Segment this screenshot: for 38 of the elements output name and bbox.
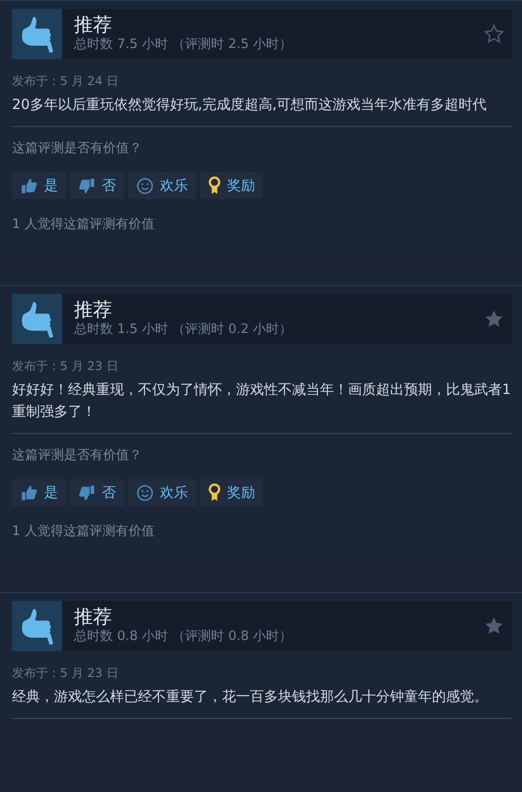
smiley-icon	[136, 484, 154, 502]
thumbs-up-icon	[19, 14, 55, 54]
thumb-up-icon	[20, 484, 38, 502]
helpful-count: 1 人觉得这篇评测有价值	[12, 216, 156, 234]
yes-button[interactable]: 是	[12, 479, 66, 506]
ribbon-icon	[208, 176, 221, 195]
thumbs-up-icon	[19, 606, 55, 646]
ribbon-icon	[208, 483, 221, 502]
thumbs-up-icon	[19, 299, 55, 339]
posted-date: 发布于：5 月 23 日	[12, 358, 120, 375]
playtime-text: 总时数 1.5 小时 （评测时 0.2 小时）	[74, 321, 294, 339]
review-text: 好好好！经典重现，不仅为了情怀，游戏性不减当年！画质超出预期，比鬼武者1重制强多了！	[12, 379, 512, 434]
no-button[interactable]: 否	[70, 172, 124, 199]
helpful-prompt: 这篇评测是否有价值？	[12, 140, 143, 157]
no-button[interactable]: 否	[70, 479, 124, 506]
star-icon[interactable]	[484, 309, 504, 329]
review-verdict: 推荐	[74, 14, 113, 36]
playtime-text: 总时数 7.5 小时 （评测时 2.5 小时）	[74, 36, 294, 54]
smiley-icon	[136, 176, 154, 194]
posted-date: 发布于：5 月 23 日	[12, 665, 120, 682]
helpful-count: 1 人觉得这篇评测有价值	[12, 523, 156, 541]
review-verdict: 推荐	[74, 606, 113, 628]
helpful-prompt: 这篇评测是否有价值？	[12, 447, 143, 464]
star-icon[interactable]	[484, 24, 504, 44]
posted-date: 发布于：5 月 24 日	[12, 73, 120, 90]
award-button[interactable]: 奖励	[200, 172, 263, 199]
funny-button[interactable]: 欢乐	[128, 479, 196, 506]
thumb-down-icon	[78, 484, 96, 502]
yes-button[interactable]: 是	[12, 172, 66, 199]
thumb-up-icon	[20, 176, 38, 194]
review-text: 20多年以后重玩依然觉得好玩,完成度超高,可想而这游戏当年水准有多超时代	[12, 94, 512, 127]
thumb-down-icon	[78, 176, 96, 194]
funny-button[interactable]: 欢乐	[128, 172, 196, 199]
review-text: 经典，游戏怎么样已经不重要了，花一百多块钱找那么几十分钟童年的感觉。	[12, 686, 512, 719]
award-button[interactable]: 奖励	[200, 479, 263, 506]
playtime-text: 总时数 0.8 小时 （评测时 0.8 小时）	[74, 628, 294, 646]
review-verdict: 推荐	[74, 299, 113, 321]
star-icon[interactable]	[484, 616, 504, 636]
